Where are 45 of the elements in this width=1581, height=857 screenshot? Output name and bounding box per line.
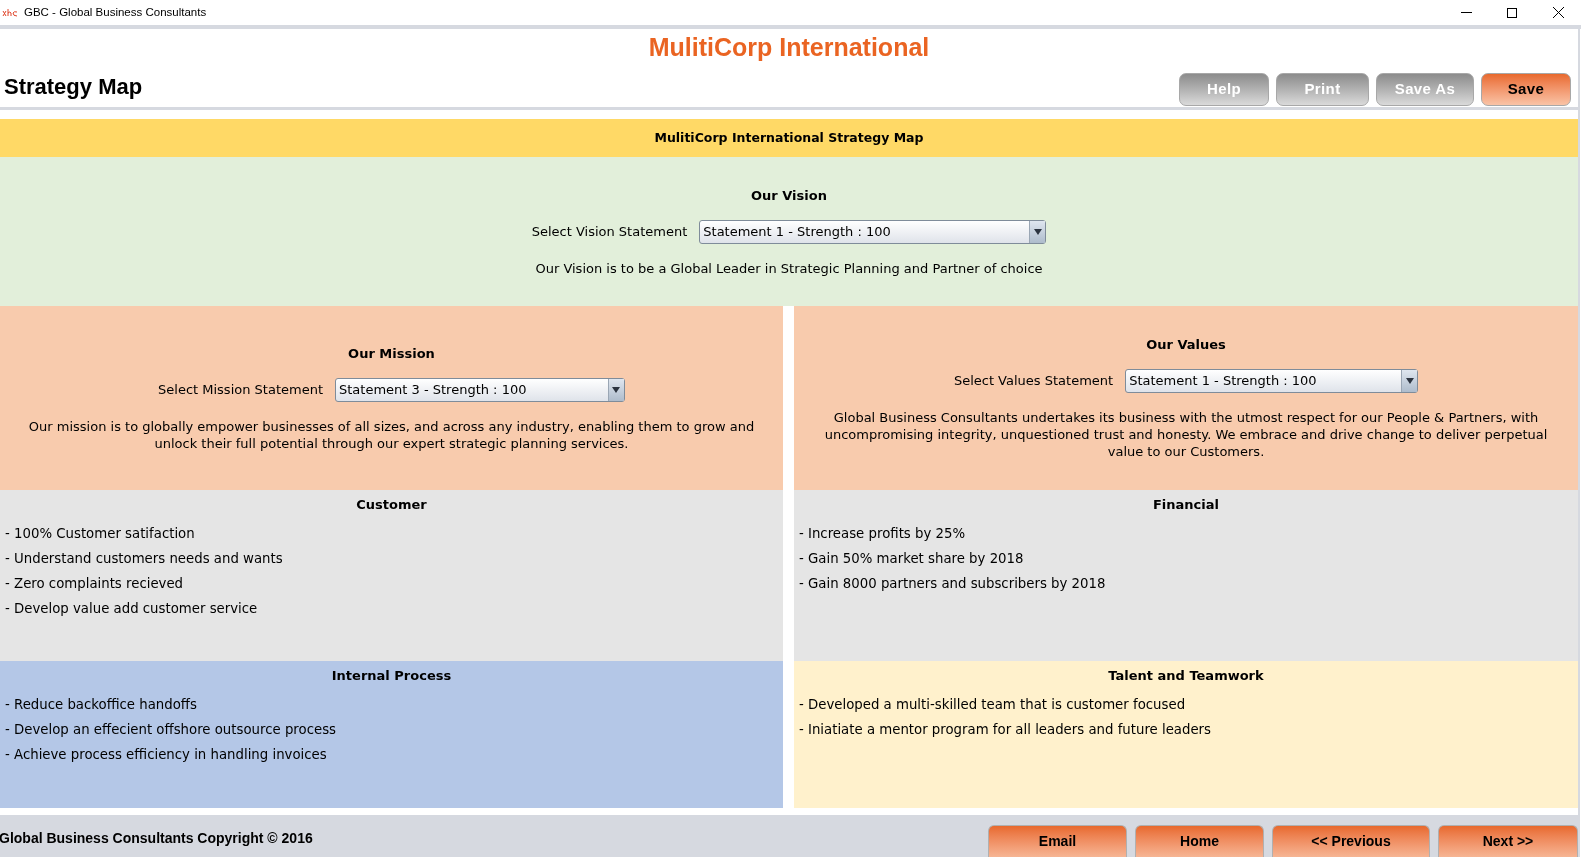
- minimize-icon: [1460, 12, 1472, 13]
- objective-text: - Develop value add customer service: [4, 599, 258, 618]
- perspective-heading: Financial: [1153, 496, 1219, 514]
- select-label: Select Values Statement: [953, 372, 1114, 391]
- select-label: Select Mission Statement: [158, 380, 323, 399]
- maximize-icon: [1507, 7, 1517, 18]
- page-title: Strategy Map: [4, 73, 143, 101]
- objective-text: - Developed a multi-skilled team that is customer focused: [798, 695, 1186, 714]
- nav-button[interactable]: Next >>: [1438, 825, 1578, 857]
- perspective-heading: Internal Process: [331, 667, 452, 685]
- objective-text: - Develop an effecient offshore outsource process: [4, 720, 336, 739]
- map-title: MulitiCorp International Strategy Map: [654, 128, 924, 147]
- objective-text: - Reduce backoffice handoffs: [4, 695, 197, 714]
- close-icon: [1552, 7, 1564, 18]
- dropdown-value: Statement 3 - Strength : 100: [338, 380, 528, 399]
- perspective-heading: Talent and Teamwork: [1108, 667, 1264, 685]
- statement-text: Our Vision is to be a Global Leader in Strategic Planning and Partner of choice: [535, 259, 1043, 277]
- dropdown-value: Statement 1 - Strength : 100: [1128, 372, 1318, 390]
- objective-text: - Zero complaints recieved: [4, 574, 184, 593]
- statement-text: Global Business Consultants undertakes its business with the utmost respect for our People & Partners, with uncompromising integrity, unquestioned trust and honesty. We embrace and drive change to deliver perpetual value to our Customers.: [823, 409, 1549, 460]
- company-title: MulitiCorp International: [648, 32, 930, 62]
- nav-button[interactable]: << Previous: [1272, 825, 1430, 857]
- save-button[interactable]: Save: [1481, 73, 1571, 106]
- statement-dropdown[interactable]: Statement 3 - Strength : 100: [335, 377, 625, 402]
- statement-text: Our mission is to globally empower businesses of all sizes, and across any industry, enabling them to grow and unlock their full potential through our expert strategic planning services.: [27, 417, 756, 452]
- objective-text: - Iniatiate a mentor program for all leaders and future leaders: [798, 720, 1211, 739]
- objective-text: - Increase profits by 25%: [798, 524, 966, 543]
- objective-text: - Gain 8000 partners and subscribers by 2018: [798, 574, 1106, 593]
- statement-dropdown[interactable]: Statement 1 - Strength : 100: [1125, 369, 1419, 393]
- app-logo-icon: [2, 7, 18, 18]
- section-heading: Our Values: [1146, 336, 1226, 353]
- objective-text: - Gain 50% market share by 2018: [798, 549, 1024, 568]
- perspective-heading: Customer: [356, 496, 427, 514]
- dropdown-value: Statement 1 - Strength : 100: [702, 222, 892, 241]
- window-title: GBC - Global Business Consultants: [24, 4, 207, 20]
- select-label: Select Vision Statement: [531, 222, 688, 241]
- section-heading: Our Vision: [751, 186, 827, 204]
- objective-text: - Achieve process efficiency in handling invoices: [4, 745, 327, 764]
- objective-text: - Understand customers needs and wants: [4, 549, 283, 568]
- nav-button[interactable]: Email: [988, 825, 1127, 857]
- nav-button[interactable]: Home: [1135, 825, 1264, 857]
- objective-text: - 100% Customer satifaction: [4, 524, 195, 543]
- statement-dropdown[interactable]: Statement 1 - Strength : 100: [699, 219, 1047, 244]
- copyright-text: Global Business Consultants Copyright © 2016: [0, 829, 313, 848]
- section-heading: Our Mission: [348, 344, 435, 362]
